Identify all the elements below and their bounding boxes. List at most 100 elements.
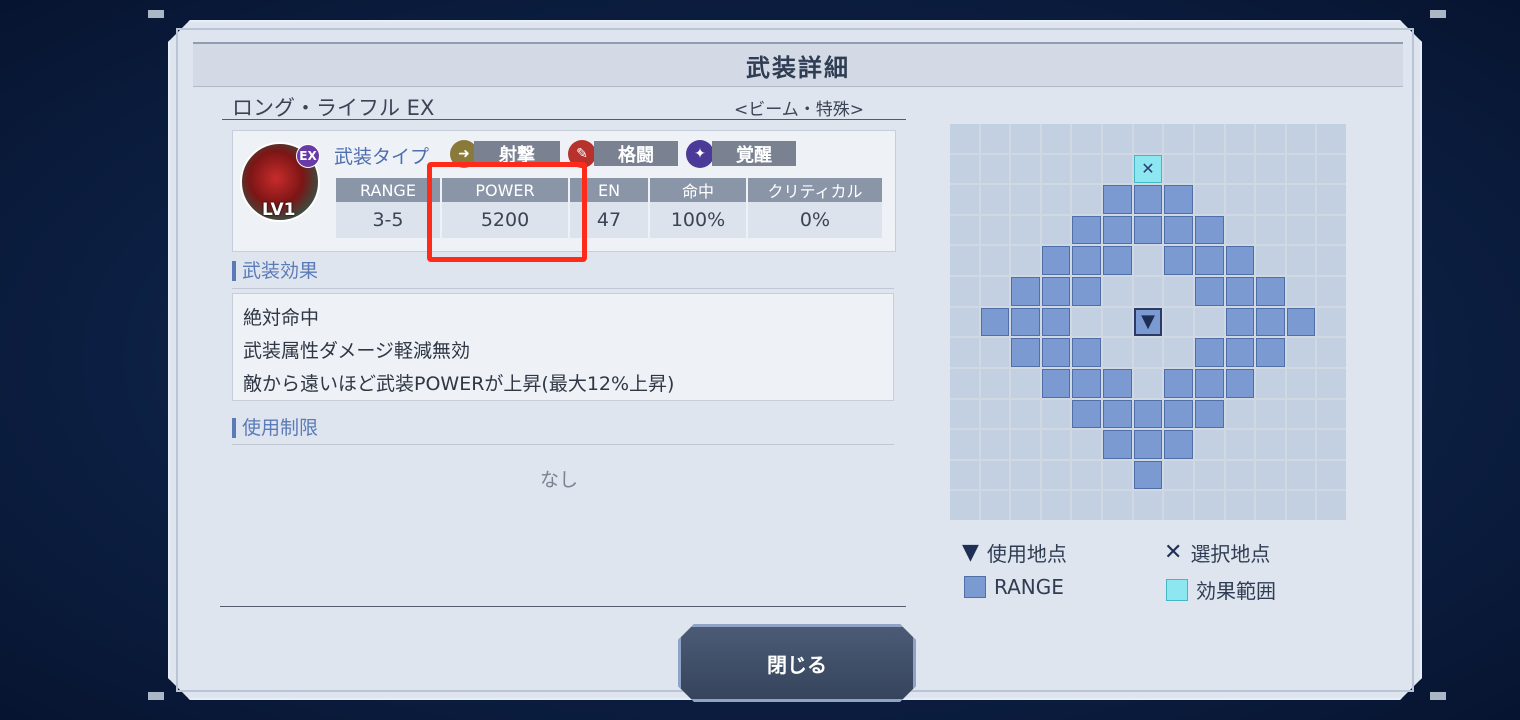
grid-cell[interactable] [1164,154,1193,184]
grid-cell[interactable] [1286,430,1316,459]
grid-cell[interactable] [1317,215,1346,245]
grid-cell[interactable] [1103,460,1132,490]
range-cell[interactable] [1103,399,1132,429]
grid-cell[interactable] [980,399,1010,429]
grid-cell[interactable] [1164,277,1193,306]
grid-cell[interactable] [950,430,979,459]
grid-cell[interactable] [1011,154,1040,184]
grid-cell[interactable] [1256,368,1285,398]
range-cell[interactable] [1041,368,1071,398]
grid-cell[interactable] [1011,430,1040,459]
grid-cell[interactable] [1011,185,1040,214]
grid-cell[interactable] [1286,368,1316,398]
grid-cell[interactable] [1317,307,1346,337]
grid-cell[interactable] [1041,185,1071,214]
grid-cell[interactable] [1225,185,1255,214]
grid-cell[interactable] [1194,124,1224,153]
grid-cell[interactable] [1286,338,1316,367]
range-cell[interactable] [1194,399,1224,429]
grid-cell[interactable] [1011,246,1040,276]
range-cell[interactable] [980,307,1010,337]
grid-cell[interactable] [1164,124,1193,153]
close-button[interactable]: 閉じる [678,624,916,702]
range-cell[interactable] [1256,277,1285,306]
grid-cell[interactable] [1286,215,1316,245]
grid-cell[interactable] [1164,338,1193,367]
grid-cell[interactable] [1317,338,1346,367]
grid-cell[interactable] [1103,307,1132,337]
range-cell[interactable] [1194,215,1224,245]
grid-cell[interactable] [1041,430,1071,459]
grid-cell[interactable] [950,399,979,429]
grid-cell[interactable] [1256,215,1285,245]
grid-cell[interactable] [980,277,1010,306]
grid-cell[interactable] [1164,491,1193,520]
range-cell[interactable] [1164,399,1193,429]
grid-cell[interactable] [1194,460,1224,490]
grid-cell[interactable] [1194,491,1224,520]
grid-cell[interactable] [1072,185,1102,214]
grid-cell[interactable] [1317,154,1346,184]
range-cell[interactable] [1072,215,1102,245]
range-cell[interactable] [1164,430,1193,459]
use-point-cell[interactable]: ▼ [1133,307,1163,337]
range-cell[interactable] [1011,338,1040,367]
range-cell[interactable] [1072,246,1102,276]
grid-cell[interactable] [950,307,979,337]
grid-cell[interactable] [1256,399,1285,429]
grid-cell[interactable] [980,154,1010,184]
range-cell[interactable] [1133,215,1163,245]
grid-cell[interactable] [1041,215,1071,245]
grid-cell[interactable] [1317,277,1346,306]
grid-cell[interactable] [980,215,1010,245]
grid-cell[interactable] [1225,491,1255,520]
grid-cell[interactable] [1256,430,1285,459]
range-cell[interactable] [1225,338,1255,367]
grid-cell[interactable] [950,460,979,490]
grid-cell[interactable] [950,154,979,184]
grid-cell[interactable] [1317,399,1346,429]
grid-cell[interactable] [1072,491,1102,520]
grid-cell[interactable] [1103,491,1132,520]
grid-cell[interactable] [1286,460,1316,490]
range-cell[interactable] [1072,399,1102,429]
range-cell[interactable] [1194,246,1224,276]
grid-cell[interactable] [1317,368,1346,398]
range-cell[interactable] [1133,399,1163,429]
grid-cell[interactable] [1133,277,1163,306]
grid-cell[interactable] [980,338,1010,367]
range-cell[interactable] [1103,185,1132,214]
range-cell[interactable] [1011,277,1040,306]
grid-cell[interactable] [1011,215,1040,245]
range-cell[interactable] [1164,246,1193,276]
select-point-cell[interactable]: ✕ [1133,154,1163,184]
range-cell[interactable] [1041,338,1071,367]
grid-cell[interactable] [950,277,979,306]
grid-cell[interactable] [980,491,1010,520]
grid-cell[interactable] [1286,154,1316,184]
grid-cell[interactable] [1011,491,1040,520]
range-cell[interactable] [1194,368,1224,398]
grid-cell[interactable] [1317,460,1346,490]
grid-cell[interactable] [1286,246,1316,276]
grid-cell[interactable] [1133,491,1163,520]
range-cell[interactable] [1225,277,1255,306]
grid-cell[interactable] [1072,307,1102,337]
grid-cell[interactable] [1317,430,1346,459]
grid-cell[interactable] [950,338,979,367]
range-cell[interactable] [1103,215,1132,245]
grid-cell[interactable] [950,368,979,398]
grid-cell[interactable] [1041,399,1071,429]
range-cell[interactable] [1164,185,1193,214]
range-cell[interactable] [1011,307,1040,337]
grid-cell[interactable] [1317,491,1346,520]
grid-cell[interactable] [1256,460,1285,490]
range-cell[interactable] [1225,246,1255,276]
grid-cell[interactable] [1103,338,1132,367]
range-cell[interactable] [1072,368,1102,398]
grid-cell[interactable] [1317,124,1346,153]
grid-cell[interactable] [1194,430,1224,459]
grid-cell[interactable] [1286,491,1316,520]
range-cell[interactable] [1133,460,1163,490]
grid-cell[interactable] [1072,430,1102,459]
